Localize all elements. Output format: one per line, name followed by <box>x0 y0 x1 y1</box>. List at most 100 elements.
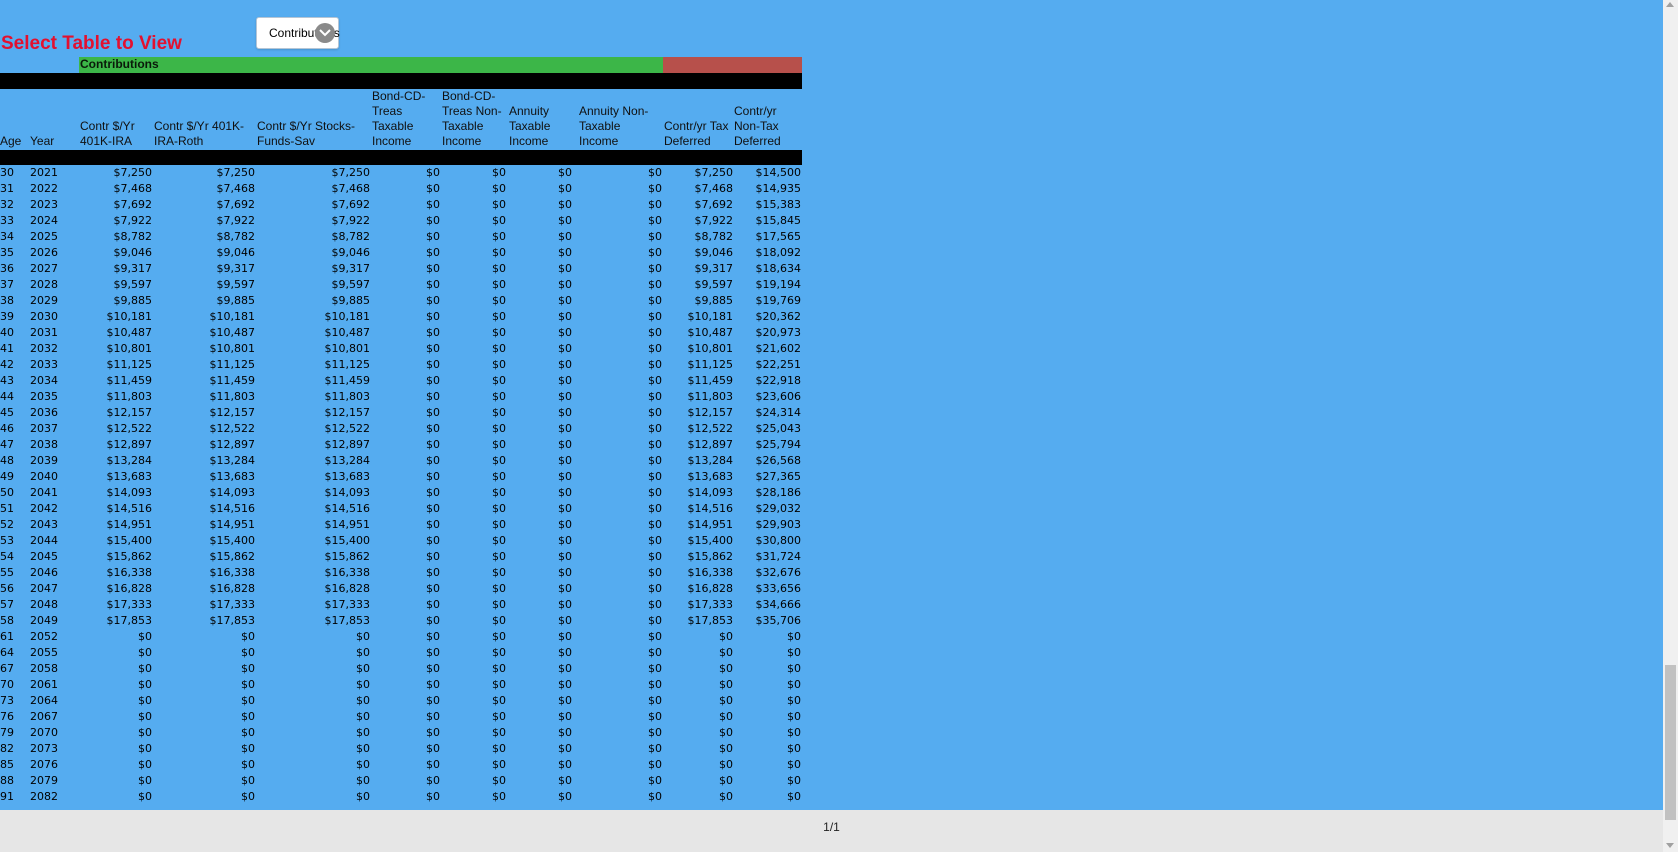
table-row: 40 2031 $10,487 $10,487 $10,487 $0 $0 $0 $0 $10,4… <box>0 325 802 341</box>
cell-value: $0 <box>648 694 662 707</box>
cell-value: $0 <box>426 614 440 627</box>
cell-value: $0 <box>426 790 440 803</box>
cell-value: $0 <box>558 470 572 483</box>
cell-value: $0 <box>558 518 572 531</box>
cell-value: $0 <box>648 342 662 355</box>
cell-value: $10,801 <box>106 342 153 355</box>
cell-value: $14,951 <box>324 518 371 531</box>
cell-year: 2029 <box>30 294 58 307</box>
cell-value: $0 <box>356 758 370 771</box>
cell-value: $7,922 <box>694 214 734 227</box>
cell-value: $0 <box>719 710 733 723</box>
cell-age: 36 <box>0 262 14 275</box>
cell-value: $28,186 <box>755 486 802 499</box>
cell-value: $0 <box>356 694 370 707</box>
cell-value: $9,597 <box>113 278 153 291</box>
cell-year: 2048 <box>30 598 58 611</box>
table-row: 64 2055 $0 $0 $0 $0 $0 $0 $0 $0 $0 <box>0 645 802 661</box>
cell-year: 2045 <box>30 550 58 563</box>
cell-value: $0 <box>558 166 572 179</box>
cell-value: $11,803 <box>209 390 256 403</box>
cell-value: $12,897 <box>106 438 153 451</box>
cell-value: $7,692 <box>113 198 153 211</box>
scroll-down-arrow-icon[interactable] <box>1666 843 1674 848</box>
cell-value: $0 <box>426 406 440 419</box>
cell-value: $0 <box>558 342 572 355</box>
cell-value: $11,459 <box>687 374 734 387</box>
cell-value: $12,522 <box>324 422 371 435</box>
cell-value: $10,181 <box>209 310 256 323</box>
section-header-band-accent <box>663 57 802 73</box>
cell-value: $0 <box>492 230 506 243</box>
cell-year: 2031 <box>30 326 58 339</box>
table-row: 73 2064 $0 $0 $0 $0 $0 $0 $0 $0 $0 <box>0 693 802 709</box>
cell-value: $27,365 <box>755 470 802 483</box>
data-table-body: 30 2021 $7,250 $7,250 $7,250 $0 $0 $0 $0 $7,250 $1… <box>0 165 802 805</box>
cell-year: 2021 <box>30 166 58 179</box>
cell-value: $25,794 <box>755 438 802 451</box>
section-label: Contributions <box>80 57 159 71</box>
cell-value: $0 <box>648 742 662 755</box>
cell-value: $0 <box>558 502 572 515</box>
scrollbar-thumb[interactable] <box>1665 665 1676 820</box>
table-row: 45 2036 $12,157 $12,157 $12,157 $0 $0 $0 $0 $12,1… <box>0 405 802 421</box>
cell-value: $7,922 <box>216 214 256 227</box>
cell-value: $12,522 <box>106 422 153 435</box>
cell-age: 44 <box>0 390 14 403</box>
column-header-contr-401k: Contr $/Yr 401K-IRA <box>80 119 135 148</box>
cell-value: $14,516 <box>106 502 153 515</box>
cell-age: 61 <box>0 630 14 643</box>
cell-age: 50 <box>0 486 14 499</box>
cell-value: $0 <box>426 742 440 755</box>
cell-value: $0 <box>648 790 662 803</box>
cell-age: 34 <box>0 230 14 243</box>
cell-value: $34,666 <box>755 598 802 611</box>
cell-value: $0 <box>648 614 662 627</box>
cell-age: 43 <box>0 374 14 387</box>
cell-value: $7,250 <box>216 166 256 179</box>
cell-value: $0 <box>426 470 440 483</box>
cell-value: $0 <box>241 742 255 755</box>
cell-age: 38 <box>0 294 14 307</box>
table-row: 34 2025 $8,782 $8,782 $8,782 $0 $0 $0 $0 $8,782 $1… <box>0 229 802 245</box>
cell-age: 40 <box>0 326 14 339</box>
cell-value: $0 <box>492 566 506 579</box>
chevron-down-icon[interactable] <box>315 23 335 43</box>
table-row: 61 2052 $0 $0 $0 $0 $0 $0 $0 $0 $0 <box>0 629 802 645</box>
table-row: 54 2045 $15,862 $15,862 $15,862 $0 $0 $0 $0 $15,8… <box>0 549 802 565</box>
cell-value: $0 <box>241 726 255 739</box>
cell-value: $0 <box>558 758 572 771</box>
cell-value: $0 <box>648 502 662 515</box>
cell-value: $32,676 <box>755 566 802 579</box>
table-row: 36 2027 $9,317 $9,317 $9,317 $0 $0 $0 $0 $9,317 $1… <box>0 261 802 277</box>
cell-value: $0 <box>492 598 506 611</box>
cell-value: $15,383 <box>755 198 802 211</box>
cell-value: $0 <box>787 758 801 771</box>
table-select-dropdown[interactable]: Contributions <box>256 17 340 49</box>
cell-value: $0 <box>492 518 506 531</box>
cell-value: $0 <box>426 694 440 707</box>
cell-value: $0 <box>426 582 440 595</box>
table-row: 31 2022 $7,468 $7,468 $7,468 $0 $0 $0 $0 $7,468 $1… <box>0 181 802 197</box>
cell-year: 2082 <box>30 790 58 803</box>
cell-value: $0 <box>648 198 662 211</box>
cell-value: $0 <box>558 550 572 563</box>
cell-value: $13,284 <box>209 454 256 467</box>
cell-value: $0 <box>558 534 572 547</box>
cell-age: 85 <box>0 758 14 771</box>
cell-value: $0 <box>356 726 370 739</box>
cell-value: $0 <box>787 726 801 739</box>
cell-value: $12,157 <box>209 406 256 419</box>
cell-value: $0 <box>648 422 662 435</box>
cell-value: $11,125 <box>687 358 734 371</box>
cell-value: $33,656 <box>755 582 802 595</box>
cell-value: $9,597 <box>331 278 371 291</box>
cell-value: $16,828 <box>106 582 153 595</box>
cell-value: $0 <box>648 774 662 787</box>
table-row: 85 2076 $0 $0 $0 $0 $0 $0 $0 $0 $0 <box>0 757 802 773</box>
scroll-up-arrow-icon[interactable] <box>1666 2 1674 7</box>
cell-value: $0 <box>138 678 152 691</box>
cell-value: $0 <box>558 390 572 403</box>
cell-value: $0 <box>492 246 506 259</box>
cell-value: $10,487 <box>687 326 734 339</box>
